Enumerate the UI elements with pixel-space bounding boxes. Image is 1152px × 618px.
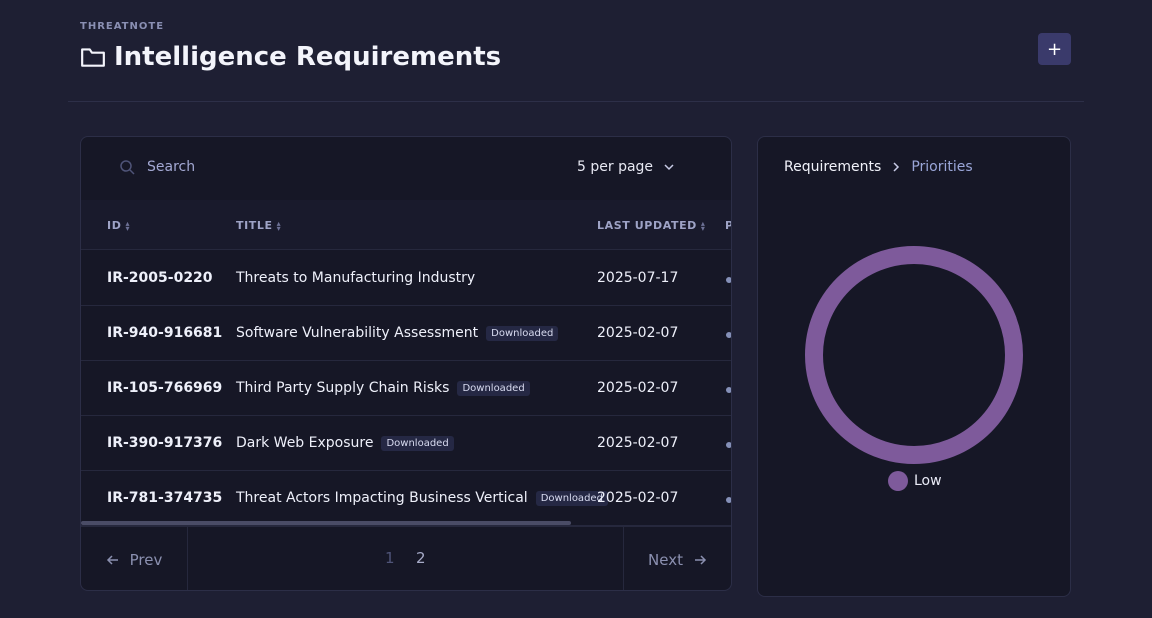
page-number-2[interactable]: 2 (416, 549, 426, 567)
column-header-id[interactable]: ID ▴ ▾ (107, 219, 130, 232)
prev-label: Prev (129, 551, 163, 569)
downloaded-badge: Downloaded (381, 435, 454, 451)
priority-dot (726, 442, 731, 448)
sort-icon: ▴ ▾ (276, 218, 282, 233)
priority-dot (726, 387, 731, 393)
row-title-text: Threats to Manufacturing Industry (236, 270, 476, 286)
row-updated: 2025-02-07 (597, 380, 679, 396)
column-header-last-updated[interactable]: LAST UPDATED ▴ ▾ (597, 219, 706, 232)
column-header-label: TITLE (236, 219, 273, 232)
pagination: Prev 1 2 Next (81, 526, 731, 590)
chart-legend: Low (888, 471, 942, 491)
row-title: Threats to Manufacturing Industry (236, 270, 475, 286)
column-header-label: ID (107, 219, 122, 232)
row-title: Threat Actors Impacting Business Vertica… (236, 490, 608, 506)
horizontal-scrollbar[interactable] (81, 521, 571, 525)
row-title-text: Threat Actors Impacting Business Vertica… (236, 490, 528, 506)
row-updated: 2025-02-07 (597, 435, 679, 451)
row-title: Third Party Supply Chain Risks Downloaded (236, 380, 530, 396)
page-title-text: Intelligence Requirements (114, 42, 502, 72)
table-row[interactable]: IR-390-917376 Dark Web Exposure Downloade… (81, 416, 731, 471)
search-box (119, 159, 367, 175)
legend-label: Low (914, 473, 942, 489)
header-divider (68, 101, 1084, 102)
row-title-text: Software Vulnerability Assessment (236, 325, 479, 341)
page-number-1[interactable]: 1 (385, 549, 395, 567)
breadcrumb: Requirements Priorities (784, 159, 973, 175)
priority-dot (726, 277, 731, 283)
requirements-table-card: 5 per page ID ▴▾ TITLE ▴▾ LAST UPDATED ▴… (80, 136, 732, 591)
per-page-label: 5 per page (577, 159, 654, 175)
table-row[interactable]: IR-105-766969 Third Party Supply Chain R… (81, 361, 731, 416)
row-title-text: Dark Web Exposure (236, 435, 374, 451)
table-row[interactable]: IR-940-916681 Software Vulnerability Ass… (81, 306, 731, 361)
downloaded-badge: Downloaded (457, 380, 530, 396)
column-header-priority[interactable]: P (725, 219, 731, 232)
donut-slice-low[interactable] (805, 246, 1023, 464)
prev-page-button[interactable]: Prev (81, 527, 188, 590)
row-title: Software Vulnerability Assessment Downloa… (236, 325, 559, 341)
next-page-button[interactable]: Next (623, 527, 731, 590)
row-id: IR-2005-0220 (107, 270, 213, 286)
search-input[interactable] (147, 159, 367, 175)
column-header-label: P (725, 219, 731, 232)
row-id: IR-390-917376 (107, 435, 223, 451)
next-label: Next (648, 551, 683, 569)
per-page-select[interactable]: 5 per page (577, 159, 675, 175)
arrow-left-icon (106, 555, 118, 565)
add-requirement-button[interactable]: + (1038, 33, 1071, 65)
priority-donut-chart (805, 246, 1023, 464)
column-header-title[interactable]: TITLE ▴ ▾ (236, 219, 281, 232)
breadcrumb-priorities[interactable]: Priorities (911, 159, 972, 175)
chevron-right-icon (893, 162, 900, 172)
breadcrumb-requirements[interactable]: Requirements (784, 159, 881, 175)
arrow-right-icon (694, 555, 707, 565)
row-title: Dark Web Exposure Downloaded (236, 435, 454, 451)
chevron-down-icon (664, 164, 674, 171)
priorities-chart-card: Requirements Priorities Low (757, 136, 1071, 597)
app-label: THREATNOTE (80, 21, 165, 32)
priority-dot (726, 497, 731, 503)
sort-icon: ▴ ▾ (700, 218, 706, 233)
table-row[interactable]: IR-781-374735 Threat Actors Impacting Bu… (81, 471, 731, 526)
table-row[interactable]: IR-2005-0220 Threats to Manufacturing In… (81, 251, 731, 306)
row-id: IR-940-916681 (107, 325, 223, 341)
priority-dot (726, 332, 731, 338)
sort-icon: ▴ ▾ (125, 218, 131, 233)
search-icon (120, 160, 135, 175)
row-updated: 2025-07-17 (597, 270, 679, 286)
folder-icon (81, 48, 105, 67)
column-header-label: LAST UPDATED (597, 219, 697, 232)
row-updated: 2025-02-07 (597, 325, 679, 341)
row-id: IR-105-766969 (107, 380, 223, 396)
row-updated: 2025-02-07 (597, 490, 679, 506)
downloaded-badge: Downloaded (486, 325, 559, 341)
page-title: Intelligence Requirements (80, 42, 501, 72)
legend-swatch (888, 471, 908, 491)
table-header: ID ▴▾ TITLE ▴▾ LAST UPDATED ▴▾ P (81, 200, 731, 250)
row-title-text: Third Party Supply Chain Risks (236, 380, 450, 396)
row-id: IR-781-374735 (107, 490, 223, 506)
